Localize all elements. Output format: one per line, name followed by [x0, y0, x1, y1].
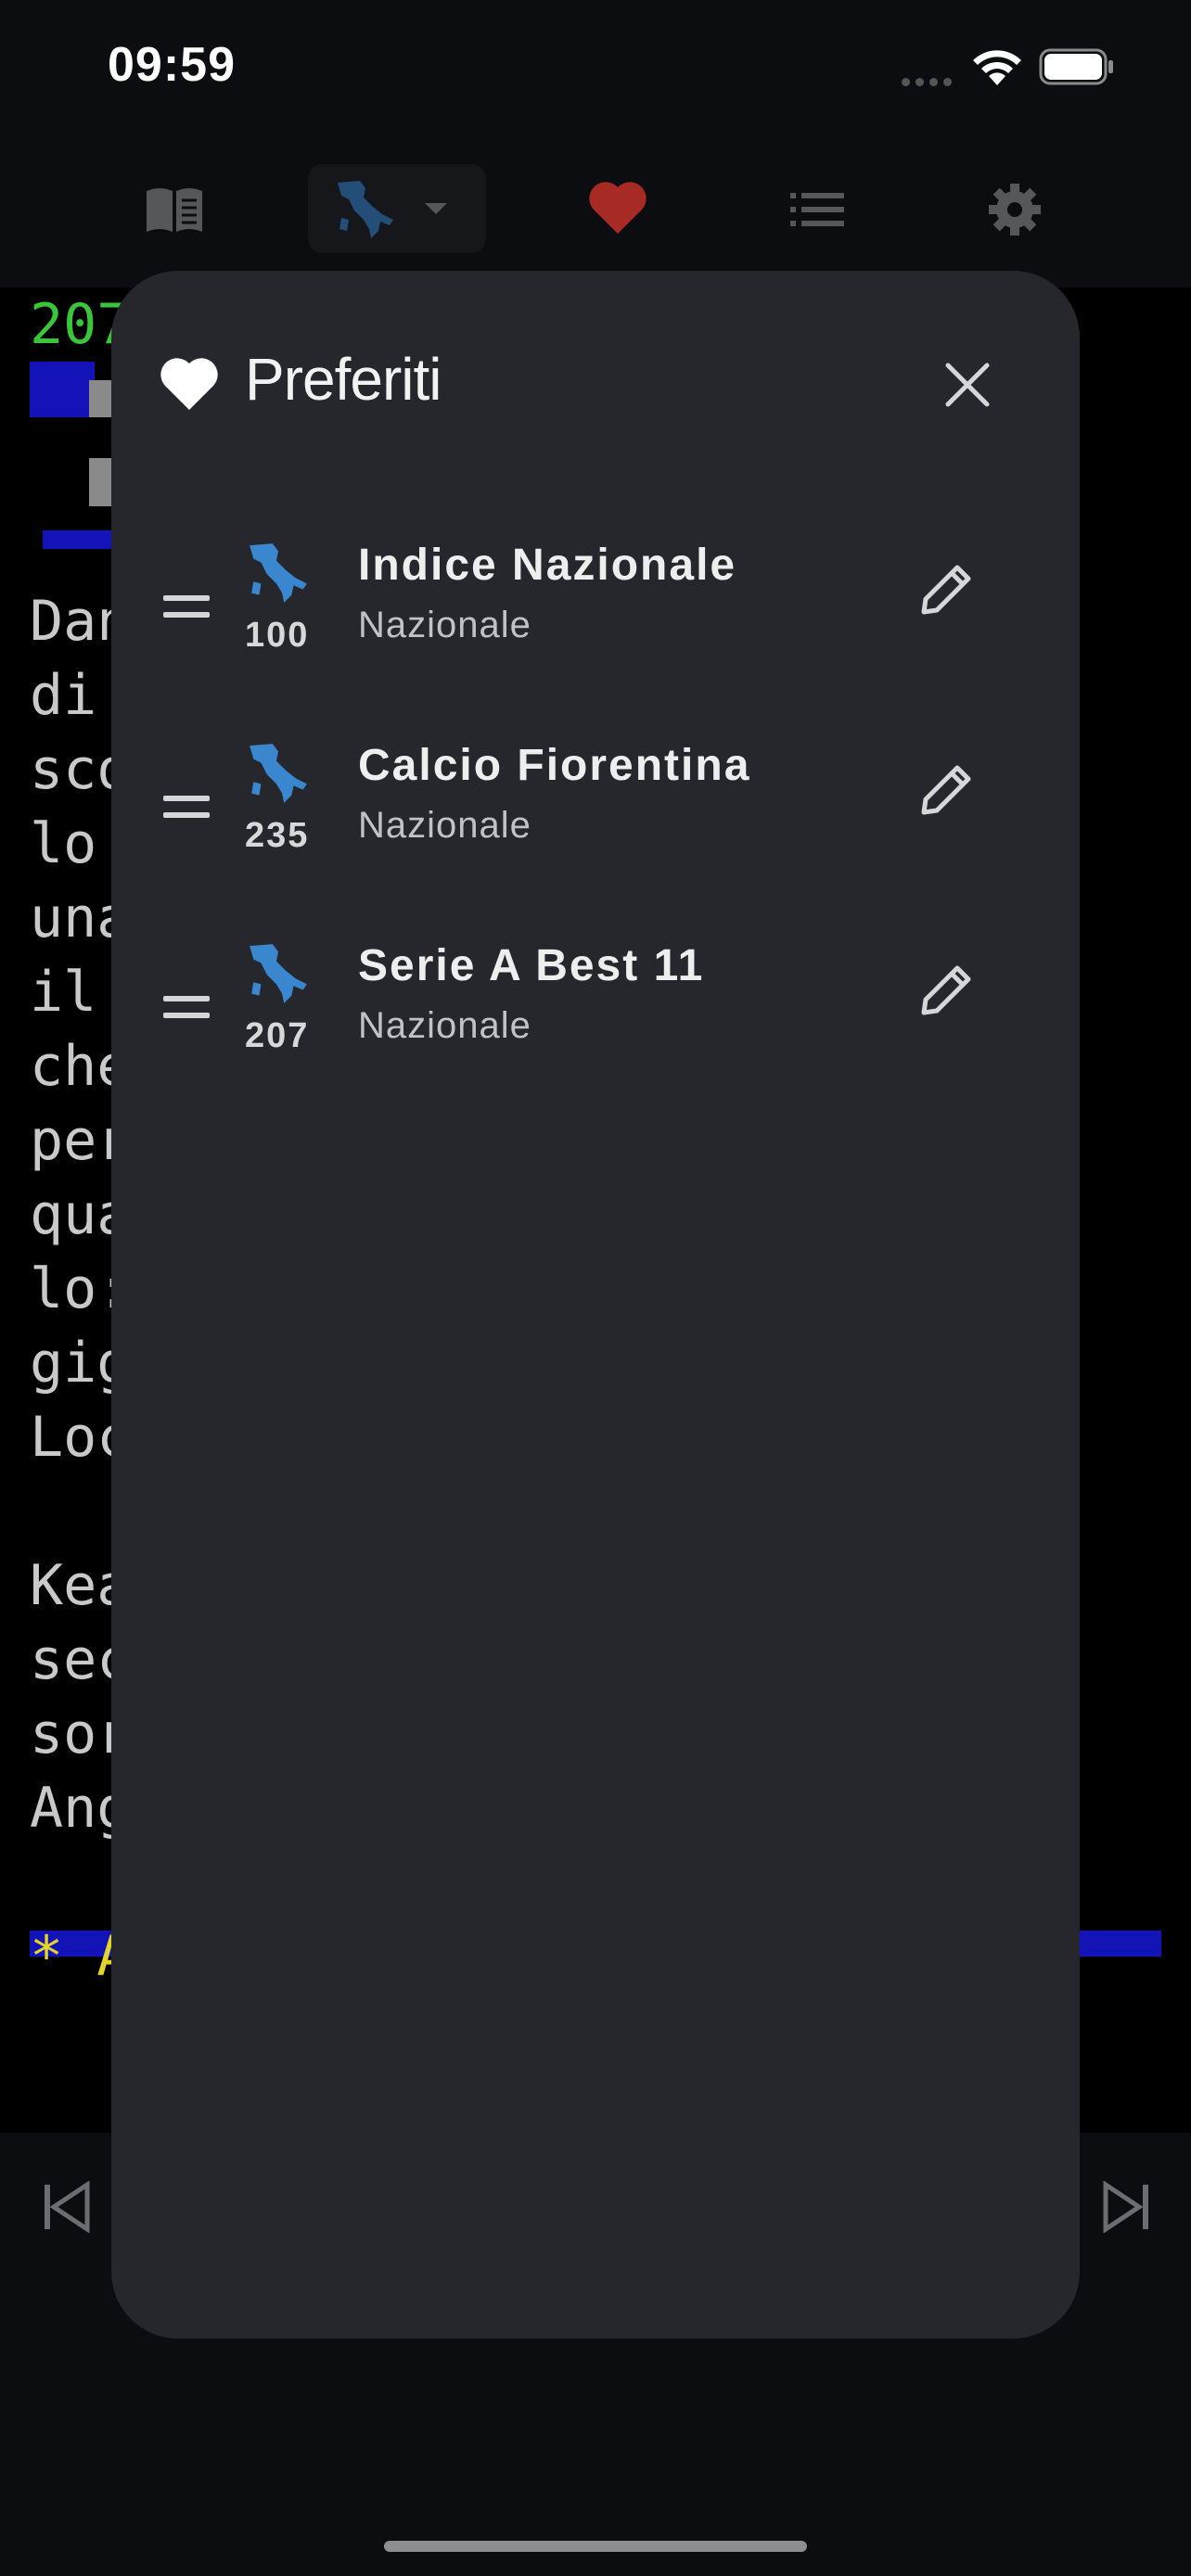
status-time: 09:59	[108, 38, 236, 92]
chevron-down-icon	[425, 203, 447, 214]
teletext-block	[30, 362, 95, 417]
italy-map-icon	[250, 744, 307, 803]
favorite-title: Serie A Best 11	[358, 941, 705, 990]
cellular-signal-icon	[902, 74, 957, 86]
edit-pencil-icon[interactable]	[916, 959, 978, 1020]
wifi-icon	[973, 50, 1021, 85]
favorite-subtitle: Nazionale	[358, 805, 531, 846]
page-number: 100	[245, 616, 310, 655]
teletext-line: il	[30, 960, 97, 1025]
drag-handle-icon[interactable]	[163, 796, 211, 833]
battery-icon	[1039, 48, 1113, 85]
favorite-item[interactable]: 100 Indice Nazionale Nazionale	[111, 523, 1080, 708]
gear-icon[interactable]	[987, 182, 1043, 237]
book-icon[interactable]	[143, 184, 206, 236]
italy-map-icon	[338, 181, 393, 238]
status-bar: 09:59	[0, 0, 1191, 139]
edit-pencil-icon[interactable]	[916, 759, 978, 820]
heart-icon	[160, 358, 218, 410]
edit-pencil-icon[interactable]	[916, 558, 978, 619]
favorite-title: Indice Nazionale	[358, 541, 737, 590]
home-indicator[interactable]	[384, 2541, 807, 2552]
favorite-item[interactable]: 207 Serie A Best 11 Nazionale	[111, 924, 1080, 1109]
previous-page-icon[interactable]	[41, 2181, 93, 2233]
favorites-sheet: Preferiti 100 Indice Nazionale Nazionale 23…	[111, 271, 1080, 2339]
teletext-block	[89, 458, 111, 506]
teletext-line: lo	[30, 811, 97, 876]
favorite-subtitle: Nazionale	[358, 1005, 531, 1046]
region-selector-button[interactable]	[308, 164, 486, 253]
teletext-block	[1078, 1931, 1161, 1957]
italy-map-icon	[250, 543, 307, 603]
next-page-icon[interactable]	[1100, 2181, 1152, 2233]
page-number: 235	[245, 816, 310, 855]
sheet-title: Preferiti	[245, 346, 442, 413]
drag-handle-icon[interactable]	[163, 595, 211, 632]
favorite-subtitle: Nazionale	[358, 605, 531, 645]
teletext-block	[43, 530, 111, 549]
page-number: 207	[245, 1016, 310, 1055]
teletext-line: di	[30, 663, 97, 728]
list-icon[interactable]	[790, 191, 844, 228]
teletext-block	[89, 380, 111, 417]
favorite-item[interactable]: 235 Calcio Fiorentina Nazionale	[111, 723, 1080, 909]
drag-handle-icon[interactable]	[163, 996, 211, 1033]
favorite-title: Calcio Fiorentina	[358, 741, 751, 790]
italy-map-icon	[250, 944, 307, 1003]
favorites-heart-icon[interactable]	[588, 180, 647, 236]
close-icon[interactable]	[937, 354, 998, 415]
